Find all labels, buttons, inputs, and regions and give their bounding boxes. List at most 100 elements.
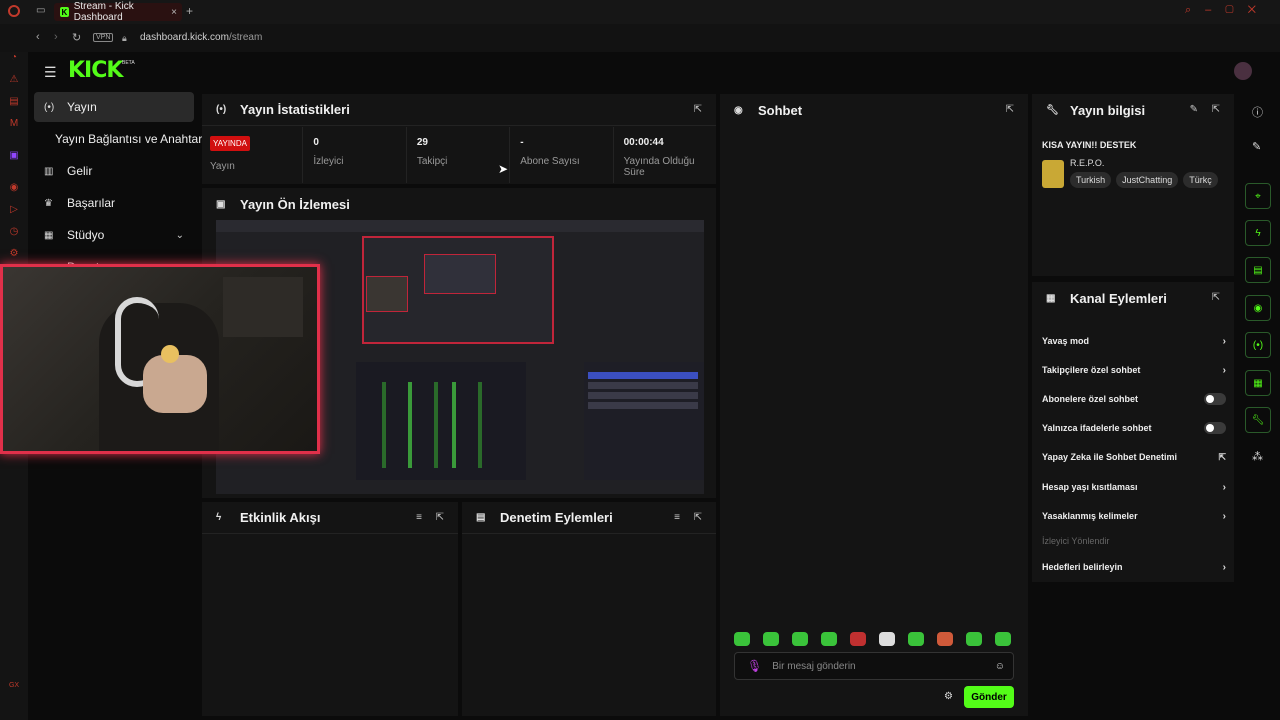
broadcast-icon: (•) — [44, 101, 55, 113]
emote[interactable] — [908, 632, 924, 646]
document-icon: ▤ — [476, 512, 486, 523]
dashboard-header: ☰ KICK BETA — [28, 52, 1280, 90]
rail-icon-6[interactable]: ◉ — [8, 182, 20, 194]
browser-logo-icon[interactable] — [8, 5, 20, 17]
emote[interactable] — [995, 632, 1011, 646]
emote[interactable] — [850, 632, 866, 646]
rail-icon-7[interactable]: ▷ — [8, 204, 20, 216]
tab-close-icon[interactable]: × — [171, 7, 177, 18]
stat-stream: YAYINDA Yayın — [202, 127, 304, 183]
popout-icon[interactable]: ⇱ — [436, 512, 444, 523]
action-label: İzleyici Yönlendir — [1042, 536, 1110, 546]
action-slow-mode[interactable]: Yavaş mod › — [1042, 331, 1226, 351]
chevron-down-icon: ⌄ — [175, 229, 184, 241]
sidebar-item-revenue[interactable]: ▥ Gelir — [34, 156, 194, 186]
rail-activity-button[interactable]: ϟ — [1245, 220, 1271, 246]
popout-icon[interactable]: ⇱ — [694, 512, 702, 523]
rail-icon-gx[interactable]: GX — [8, 680, 20, 692]
stream-stats-panel: (•) Yayın İstatistikleri ⇱ YAYINDA Yayın… — [202, 94, 716, 184]
rail-actions-button[interactable]: ▦ — [1245, 370, 1271, 396]
webcam-overlay — [0, 264, 320, 454]
obs-controls-dock — [584, 362, 704, 480]
action-emotes-only[interactable]: Yalnızca ifadelerle sohbet — [1042, 418, 1226, 438]
category-name: R.E.P.O. — [1070, 158, 1105, 168]
rail-moderation-button[interactable]: ▤ — [1245, 257, 1271, 283]
rail-broadcast-button[interactable]: (•) — [1245, 332, 1271, 358]
chevron-right-icon: › — [1222, 481, 1226, 493]
panel-title: Yayın bilgisi — [1070, 102, 1146, 118]
action-ai-moderation[interactable]: Yapay Zeka ile Sohbet Denetimi ⇱ — [1042, 447, 1226, 467]
rail-icon-5[interactable]: ▣ — [8, 150, 20, 162]
emote[interactable] — [937, 632, 953, 646]
stat-label: Yayın — [210, 161, 235, 172]
sidebar-item-stream-key[interactable]: Yayın Bağlantısı ve Anahtarı — [34, 124, 206, 154]
popout-icon[interactable]: ⇱ — [694, 104, 702, 115]
sidebar-item-achievements[interactable]: ♛ Başarılar — [34, 188, 194, 218]
rail-icon-2[interactable]: ⚠ — [8, 74, 20, 86]
window-controls[interactable]: ⌕–▢✕ — [1185, 4, 1270, 17]
popout-icon[interactable]: ⇱ — [1006, 104, 1014, 115]
action-banned-words[interactable]: Yasaklanmış kelimeler › — [1042, 506, 1226, 526]
tag[interactable]: Turkish — [1070, 172, 1112, 188]
rail-icon-1[interactable]: ◔ — [8, 52, 20, 64]
chat-settings-icon[interactable]: ⚙ — [944, 691, 953, 702]
filter-icon[interactable]: ≡ — [674, 512, 680, 523]
obs-button — [588, 402, 698, 409]
microphone-icon[interactable]: 🎙︎ — [747, 659, 762, 673]
emotes-only-toggle[interactable] — [1204, 422, 1226, 434]
new-tab-icon[interactable]: + — [186, 4, 193, 18]
info-icon[interactable]: ⓘ — [1252, 104, 1263, 120]
tab-manager-icon[interactable]: ▭ — [36, 5, 45, 16]
hamburger-menu-icon[interactable]: ☰ — [44, 64, 57, 81]
popout-icon[interactable]: ⇱ — [1212, 292, 1220, 303]
back-icon[interactable]: ‹ — [36, 31, 40, 43]
more-widgets-icon[interactable]: ⁂ — [1252, 450, 1263, 463]
action-account-age[interactable]: Hesap yaşı kısıtlaması › — [1042, 477, 1226, 497]
kick-logo[interactable]: KICK — [68, 58, 123, 83]
sidebar-item-stream[interactable]: (•) Yayın — [34, 92, 194, 122]
url-field[interactable]: dashboard.kick.com/stream — [140, 32, 262, 43]
filter-icon[interactable]: ≡ — [416, 512, 422, 523]
action-label: Hesap yaşı kısıtlaması — [1042, 482, 1138, 492]
send-button[interactable]: Gönder — [964, 686, 1014, 708]
edit-pencil-icon[interactable]: ✎ — [1190, 104, 1198, 115]
subscribers-only-toggle[interactable] — [1204, 393, 1226, 405]
reload-icon[interactable]: ↻ — [72, 31, 81, 44]
emote[interactable] — [966, 632, 982, 646]
pencil-icon[interactable]: ✎ — [1252, 140, 1261, 153]
emote[interactable] — [821, 632, 837, 646]
rail-chat-button[interactable]: ◉ — [1245, 295, 1271, 321]
emoji-icon[interactable]: ☺ — [995, 661, 1005, 672]
popout-icon[interactable]: ⇱ — [1212, 104, 1220, 115]
vpn-badge[interactable]: VPN — [93, 33, 114, 42]
rail-icon-8[interactable]: ◷ — [8, 226, 20, 238]
chat-input-placeholder: Bir mesaj gönderin — [772, 660, 856, 672]
emote[interactable] — [763, 632, 779, 646]
emote[interactable] — [734, 632, 750, 646]
forward-icon[interactable]: › — [54, 31, 58, 43]
rail-info-button[interactable]: 🔧︎ — [1245, 407, 1271, 433]
studio-icon: ▦ — [44, 229, 54, 241]
chat-message-input[interactable]: 🎙︎ Bir mesaj gönderin ☺ — [734, 652, 1014, 680]
action-followers-only[interactable]: Takipçilere özel sohbet › — [1042, 360, 1226, 380]
action-subscribers-only[interactable]: Abonelere özel sohbet — [1042, 389, 1226, 409]
user-avatar[interactable] — [1234, 62, 1252, 80]
tag[interactable]: Türkç — [1183, 172, 1218, 188]
rail-icon-4[interactable]: M — [8, 118, 20, 130]
tag[interactable]: JustChatting — [1116, 172, 1179, 188]
live-badge: YAYINDA — [210, 136, 250, 151]
stat-label: Takipçi — [416, 156, 448, 167]
action-set-goals[interactable]: Hedefleri belirleyin › — [1042, 557, 1226, 577]
sidebar-item-studio[interactable]: ▦ Stüdyo ⌄ — [34, 220, 194, 250]
emote[interactable] — [792, 632, 808, 646]
browser-tab[interactable]: K Stream - Kick Dashboard × — [54, 1, 182, 23]
chart-icon: ▥ — [44, 165, 54, 177]
trophy-icon: ♛ — [44, 197, 53, 209]
lock-icon: 🔒︎ — [122, 33, 127, 43]
url-path: /stream — [228, 32, 263, 43]
webcam-background-shelf — [223, 277, 303, 337]
emote[interactable] — [879, 632, 895, 646]
rail-icon-9[interactable]: ⚙ — [8, 248, 20, 260]
rail-icon-3[interactable]: ▤ — [8, 96, 20, 108]
rail-stats-button[interactable]: ⌖ — [1245, 183, 1271, 209]
